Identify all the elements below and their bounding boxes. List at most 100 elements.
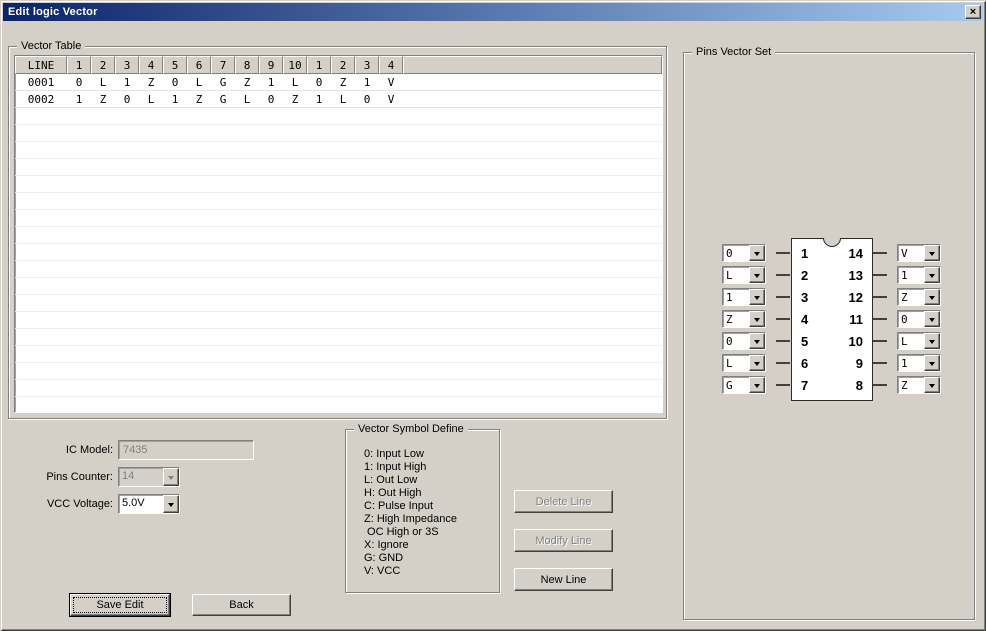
pin-lead [776,318,790,320]
chevron-down-glyph [929,383,935,388]
save-edit-button[interactable]: Save Edit [70,594,170,616]
pin-13-select[interactable]: 1 [897,266,941,284]
vcc-voltage-value: 5.0V [122,497,145,509]
empty-row [15,142,662,159]
chevron-down-icon[interactable] [924,355,940,371]
vector-cell: 1 [171,92,179,106]
vector-cell: 1 [75,92,83,106]
chevron-down-glyph [168,475,174,480]
chevron-down-icon[interactable] [924,333,940,349]
column-header: 6 [187,56,211,74]
pin-4-select[interactable]: Z [722,310,766,328]
pin-lead [776,274,790,276]
chip-pin-number: 1 [801,246,809,261]
empty-row [15,261,662,278]
chevron-down-icon[interactable] [924,267,940,283]
pin-6-select[interactable]: L [722,354,766,372]
pin-1-select[interactable]: 0 [722,244,766,262]
symbol-definition: V: VCC [364,565,401,577]
vector-cell: 1 [315,92,323,106]
empty-row [15,397,662,412]
pins-counter-value: 14 [122,470,135,482]
column-header: 4 [379,56,403,74]
pin-10-value: L [901,335,908,348]
chip-pin-number: 7 [801,378,809,393]
left-pin-combos: 0L1Z0LG [722,244,790,398]
edit-logic-vector-dialog: Edit logic Vector × Vector Table LINE 1 2 3… [0,0,986,631]
chevron-down-icon[interactable] [924,377,940,393]
title-bar[interactable]: Edit logic Vector × [3,3,983,21]
ic-model-label: IC Model: [65,444,113,456]
vector-cell: L [195,75,203,89]
chip-pin-number: 2 [801,268,809,283]
pin-10-select[interactable]: L [897,332,941,350]
vector-cell: Z [99,92,107,106]
column-header: 9 [259,56,283,74]
chevron-down-glyph [754,339,760,344]
column-header: 4 [139,56,163,74]
pin-13-value: 1 [901,269,908,282]
pin-lead [776,340,790,342]
vector-table-header-row: LINE 1 2 3 4 5 6 7 8 9 10 1 2 3 4 [15,56,662,74]
chevron-down-glyph [929,361,935,366]
pin-14-select[interactable]: V [897,244,941,262]
pin-7-select[interactable]: G [722,376,766,394]
ic-model-value: 7435 [123,444,148,456]
chevron-down-icon[interactable] [749,289,765,305]
column-header: 7 [211,56,235,74]
chevron-down-icon[interactable] [924,289,940,305]
empty-row [15,210,662,227]
empty-row [15,176,662,193]
vcc-voltage-label: VCC Voltage: [46,498,113,510]
pin-11-select[interactable]: 0 [897,310,941,328]
chevron-down-icon[interactable] [749,245,765,261]
chevron-down-icon[interactable] [749,267,765,283]
vector-cell: V [387,92,395,106]
vector-row[interactable]: 0002 1 Z 0 L 1 Z G L 0 Z 1 L 0 V [15,91,662,108]
symbol-definition: L: Out Low [364,474,418,486]
pin-row: Z [722,310,790,328]
vector-row[interactable]: 0001 0 L 1 Z 0 L G Z 1 L 0 Z 1 V [15,74,662,91]
pin-8-select[interactable]: Z [897,376,941,394]
column-header: 1 [307,56,331,74]
pin-9-select[interactable]: 1 [897,354,941,372]
vcc-voltage-select[interactable]: 5.0V [118,494,180,514]
column-header: 2 [331,56,355,74]
chip-notch-icon [823,238,841,247]
vector-cell: Z [147,75,155,89]
modify-line-button: Modify Line [514,529,613,552]
column-header: 8 [235,56,259,74]
pin-3-select[interactable]: 1 [722,288,766,306]
chevron-down-icon[interactable] [924,311,940,327]
chip-pin-numbers-left: 1 2 3 4 5 6 7 [801,243,808,397]
close-button[interactable]: × [965,5,981,19]
pin-12-select[interactable]: Z [897,288,941,306]
chevron-down-icon[interactable] [749,377,765,393]
pin-5-select[interactable]: 0 [722,332,766,350]
pin-2-select[interactable]: L [722,266,766,284]
chevron-down-glyph [929,317,935,322]
pin-row: L [873,332,941,350]
back-button[interactable]: Back [192,594,291,616]
chevron-down-icon[interactable] [163,495,179,513]
vector-cell: Z [243,75,251,89]
pin-5-value: 0 [726,335,733,348]
empty-row [15,193,662,210]
chevron-down-icon[interactable] [924,245,940,261]
chevron-down-icon[interactable] [749,333,765,349]
chip-pin-number: 5 [801,334,809,349]
new-line-button[interactable]: New Line [514,568,613,591]
vector-cell: 0 [75,75,83,89]
chip-pin-number: 4 [801,312,809,327]
symbol-define-list: 0: Input Low 1: Input High L: Out Low H: Ou… [364,448,457,578]
chevron-down-glyph [754,361,760,366]
chip-pin-number: 12 [848,290,863,305]
pin-row: 1 [873,354,941,372]
pin-row: 0 [722,244,790,262]
vector-table[interactable]: LINE 1 2 3 4 5 6 7 8 9 10 1 2 3 4 0001 0 L 1 Z 0 L G Z 1 L 0 Z 1 V 00… [14,55,663,413]
vector-cell: G [219,92,227,106]
pin-row: 0 [722,332,790,350]
pin-1-value: 0 [726,247,733,260]
chevron-down-icon[interactable] [749,311,765,327]
chevron-down-icon[interactable] [749,355,765,371]
